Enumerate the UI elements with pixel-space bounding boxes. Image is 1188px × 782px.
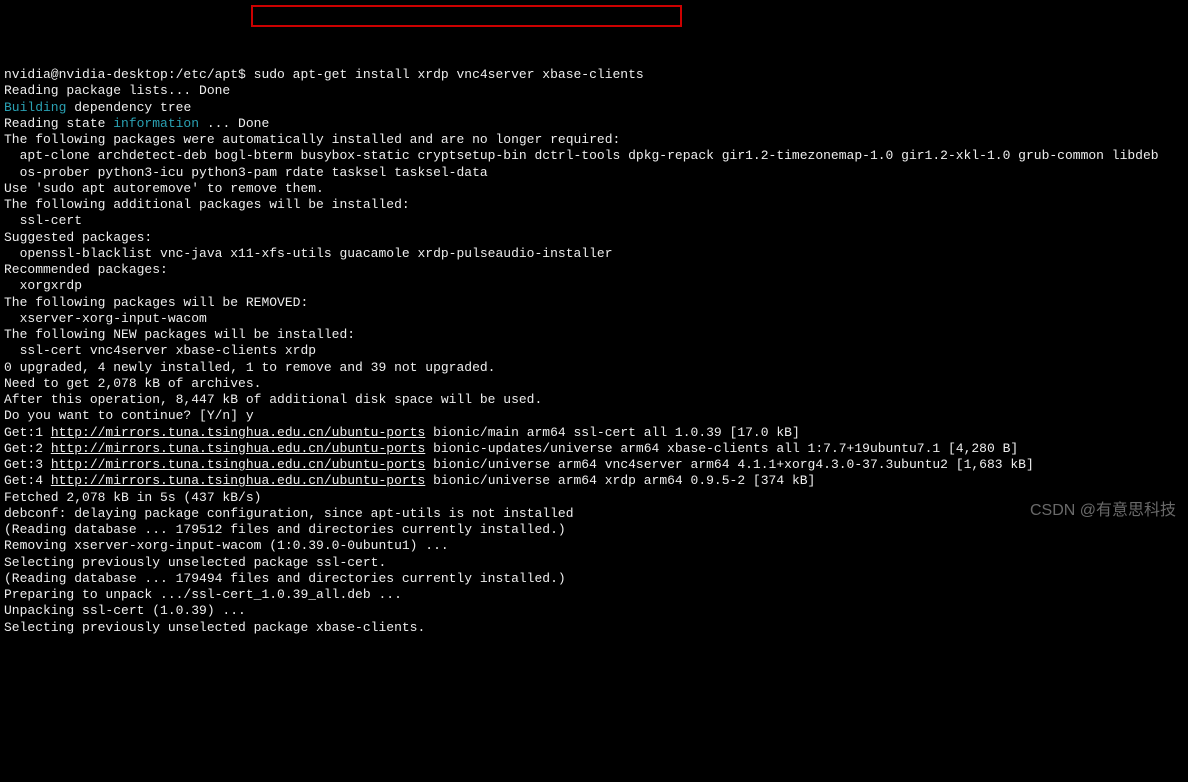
output-line: os-prober python3-icu python3-pam rdate …: [4, 165, 488, 180]
output-line: ssl-cert vnc4server xbase-clients xrdp: [4, 343, 316, 358]
terminal-output: nvidia@nvidia-desktop:/etc/apt$ sudo apt…: [4, 67, 1184, 636]
output-line: Reading package lists... Done: [4, 83, 230, 98]
output-line: 0 upgraded, 4 newly installed, 1 to remo…: [4, 360, 495, 375]
output-line: debconf: delaying package configuration,…: [4, 506, 574, 521]
info-keyword: information: [113, 116, 199, 131]
output-line: The following additional packages will b…: [4, 197, 410, 212]
output-line: Removing xserver-xorg-input-wacom (1:0.3…: [4, 538, 449, 553]
output-line: Do you want to continue? [Y/n] y: [4, 408, 254, 423]
output-line: The following NEW packages will be insta…: [4, 327, 355, 342]
output-line: apt-clone archdetect-deb bogl-bterm busy…: [4, 148, 1159, 163]
mirror-url: http://mirrors.tuna.tsinghua.edu.cn/ubun…: [51, 425, 425, 440]
output-line: (Reading database ... 179494 files and d…: [4, 571, 566, 586]
shell-prompt: nvidia@nvidia-desktop:/etc/apt$: [4, 67, 246, 82]
output-line: The following packages will be REMOVED:: [4, 295, 308, 310]
output-line: Selecting previously unselected package …: [4, 620, 425, 635]
output-line: (Reading database ... 179512 files and d…: [4, 522, 566, 537]
output-line: Suggested packages:: [4, 230, 152, 245]
mirror-url: http://mirrors.tuna.tsinghua.edu.cn/ubun…: [51, 441, 425, 456]
output-line: Unpacking ssl-cert (1.0.39) ...: [4, 603, 246, 618]
output-line: Get:1 http://mirrors.tuna.tsinghua.edu.c…: [4, 425, 800, 440]
command-text: sudo apt-get install xrdp vnc4server xba…: [246, 67, 644, 82]
output-line: openssl-blacklist vnc-java x11-xfs-utils…: [4, 246, 613, 261]
output-line: Building dependency tree: [4, 100, 191, 115]
output-line: Get:4 http://mirrors.tuna.tsinghua.edu.c…: [4, 473, 815, 488]
mirror-url: http://mirrors.tuna.tsinghua.edu.cn/ubun…: [51, 473, 425, 488]
output-line: Use 'sudo apt autoremove' to remove them…: [4, 181, 324, 196]
output-line: Reading state information ... Done: [4, 116, 269, 131]
output-line: Get:3 http://mirrors.tuna.tsinghua.edu.c…: [4, 457, 1034, 472]
output-line: After this operation, 8,447 kB of additi…: [4, 392, 542, 407]
output-line: Recommended packages:: [4, 262, 168, 277]
output-line: Selecting previously unselected package …: [4, 555, 386, 570]
output-line: Preparing to unpack .../ssl-cert_1.0.39_…: [4, 587, 402, 602]
output-line: Get:2 http://mirrors.tuna.tsinghua.edu.c…: [4, 441, 1018, 456]
output-line: Need to get 2,078 kB of archives.: [4, 376, 261, 391]
building-keyword: Building: [4, 100, 66, 115]
output-line: Fetched 2,078 kB in 5s (437 kB/s): [4, 490, 261, 505]
output-line: The following packages were automaticall…: [4, 132, 620, 147]
output-line: ssl-cert: [4, 213, 82, 228]
prompt-line: nvidia@nvidia-desktop:/etc/apt$ sudo apt…: [4, 67, 644, 82]
output-line: xserver-xorg-input-wacom: [4, 311, 207, 326]
watermark-text: CSDN @有意思科技: [1030, 501, 1176, 521]
mirror-url: http://mirrors.tuna.tsinghua.edu.cn/ubun…: [51, 457, 425, 472]
output-line: xorgxrdp: [4, 278, 82, 293]
command-highlight-box: [251, 5, 682, 27]
